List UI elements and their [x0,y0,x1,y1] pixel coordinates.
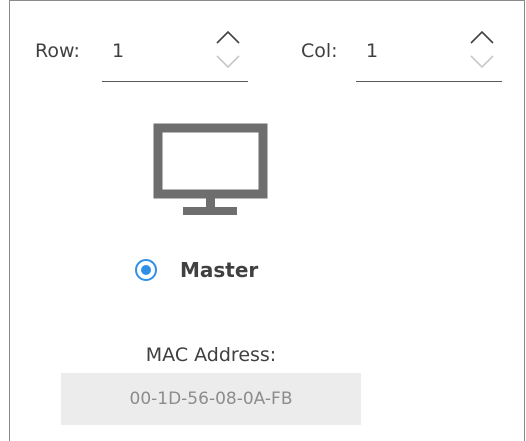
row-decrement-chevron-down-icon[interactable] [215,54,241,70]
col-input[interactable]: 1 [356,30,502,82]
row-label: Row: [35,40,80,62]
master-radio-option[interactable]: Master [135,258,258,282]
master-radio-label: Master [180,258,259,282]
col-decrement-chevron-down-icon[interactable] [469,54,495,70]
col-label: Col: [301,40,338,62]
col-increment-chevron-up-icon[interactable] [469,29,495,45]
master-radio-button[interactable] [135,259,157,281]
mac-address-value: 00-1D-56-08-0A-FB [129,389,293,409]
mac-address-label: MAC Address: [145,344,277,366]
monitor-icon [153,123,268,215]
device-panel: Row: 1 Col: 1 Master MAC Address: 00-1D-… [9,0,525,441]
radio-selected-dot [141,265,151,275]
row-value: 1 [112,40,125,62]
col-value: 1 [366,40,379,62]
mac-address-field: 00-1D-56-08-0A-FB [61,373,361,425]
row-increment-chevron-up-icon[interactable] [215,29,241,45]
row-input[interactable]: 1 [102,30,248,82]
